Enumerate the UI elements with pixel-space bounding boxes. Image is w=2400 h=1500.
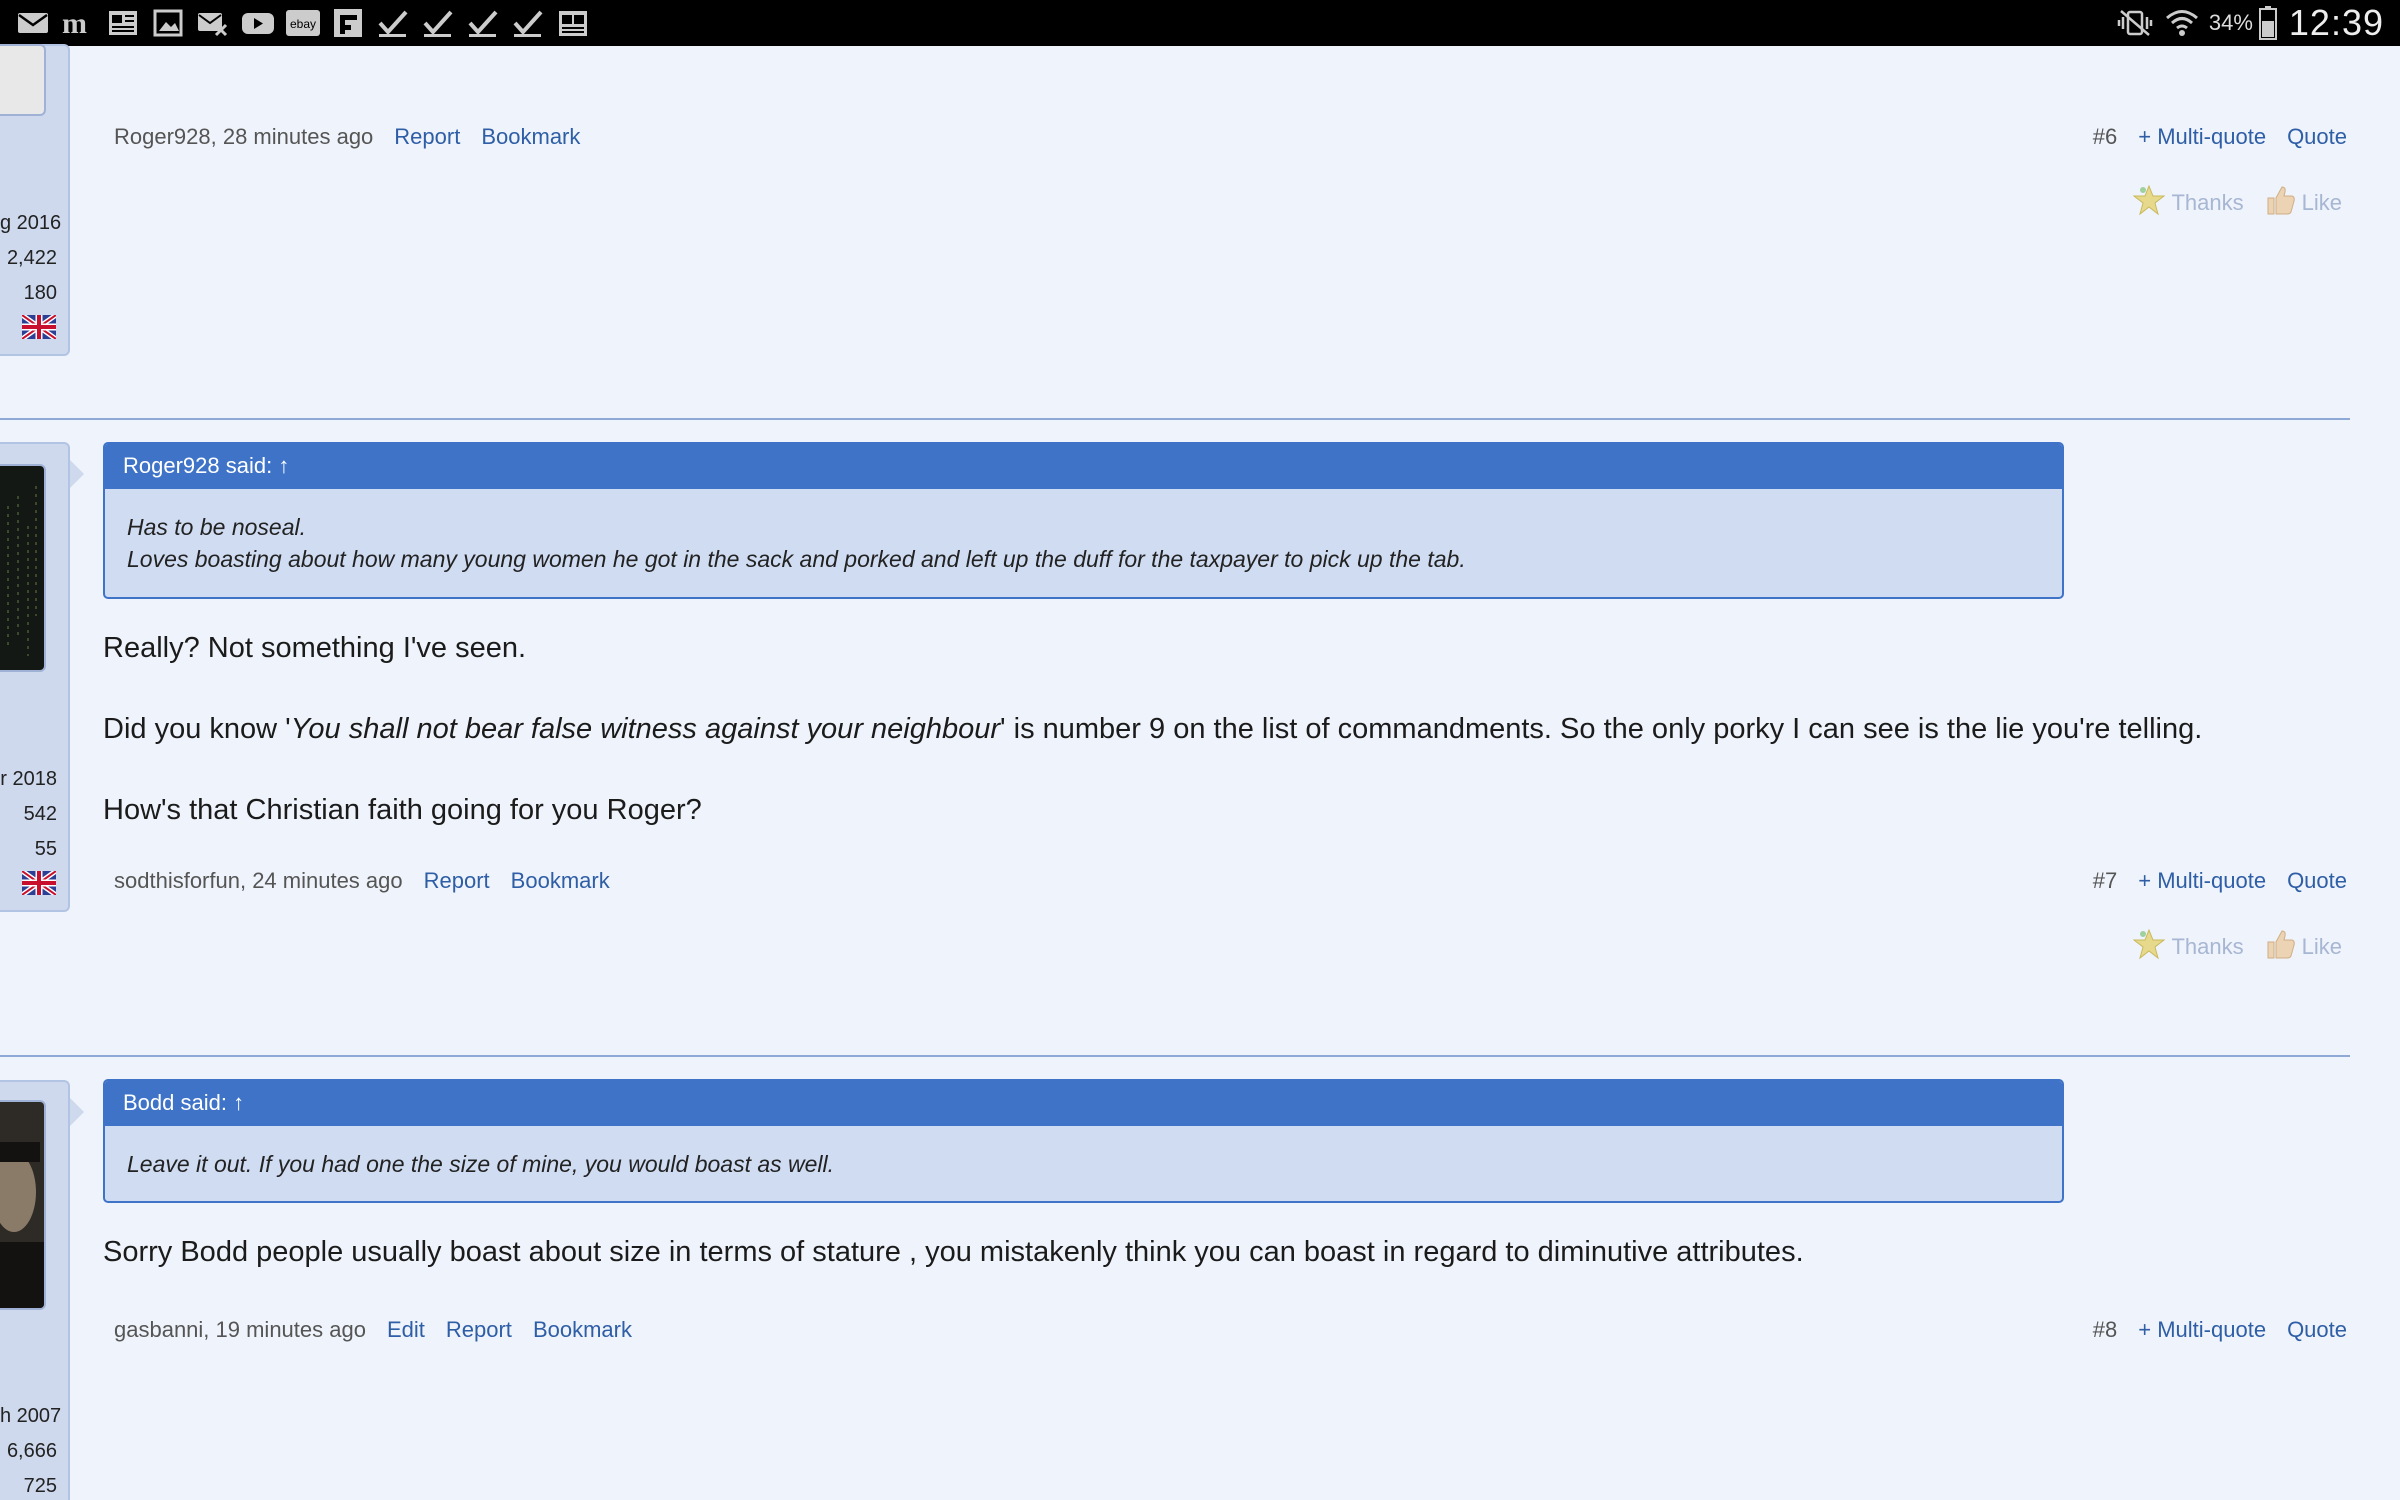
post-number[interactable]: #6 — [2093, 124, 2117, 150]
news-icon — [106, 7, 140, 39]
quote-header[interactable]: Roger928 said: ↑ — [105, 444, 2062, 489]
post-reactions: Thanks Like — [2133, 928, 2342, 960]
quote-block: Roger928 said: ↑ Has to be noseal. Loves… — [103, 442, 2064, 599]
quote-line: Loves boasting about how many young wome… — [127, 546, 1466, 572]
post-text-italic: You shall not bear false witness against… — [290, 713, 1001, 745]
post-number[interactable]: #7 — [2093, 868, 2117, 894]
post-actions: #8 + Multi-quote Quote — [2093, 1317, 2347, 1343]
quote-header[interactable]: Bodd said: ↑ — [105, 1081, 2062, 1126]
user-likes-count: 725 — [23, 1475, 57, 1497]
battery-icon — [2258, 6, 2277, 40]
post-paragraph: Really? Not something I've seen. — [103, 632, 527, 664]
user-message-count: 2,422 — [6, 247, 57, 269]
post-text: Did you know ' — [103, 713, 291, 745]
post-paragraph: Sorry Bodd people usually boast about si… — [103, 1236, 1804, 1268]
post-author-time[interactable]: Roger928, 28 minutes ago — [114, 124, 373, 150]
svg-text:m: m — [62, 7, 87, 39]
uk-flag-icon — [22, 315, 56, 339]
thumbs-up-icon — [2267, 930, 2295, 959]
report-link[interactable]: Report — [424, 868, 490, 894]
post-meta: sodthisforfun, 24 minutes ago Report Boo… — [114, 868, 610, 894]
check-icon — [376, 7, 410, 39]
thanks-button[interactable]: Thanks — [2133, 928, 2244, 960]
status-bar: m ebay 34% 12:39 — [0, 0, 2400, 46]
quote-line: Has to be noseal. — [127, 514, 307, 540]
thumbs-up-icon — [2267, 186, 2295, 215]
clock: 12:39 — [2288, 2, 2384, 43]
quote-body: Has to be noseal. Loves boasting about h… — [105, 489, 2062, 575]
post-author-time[interactable]: gasbanni, 19 minutes ago — [114, 1317, 366, 1343]
youtube-icon — [241, 7, 275, 39]
multi-quote-link[interactable]: + Multi-quote — [2138, 868, 2266, 894]
like-button[interactable]: Like — [2264, 928, 2342, 960]
user-message-count: 6,666 — [6, 1440, 57, 1462]
medium-app-icon: m — [61, 7, 95, 39]
post-paragraph: Did you know 'You shall not bear false w… — [103, 713, 2202, 746]
quote-link[interactable]: Quote — [2287, 868, 2347, 894]
flipboard-icon — [331, 7, 365, 39]
multi-quote-link[interactable]: + Multi-quote — [2138, 1317, 2266, 1343]
post-meta: gasbanni, 19 minutes ago Edit Report Boo… — [114, 1317, 632, 1343]
post-number[interactable]: #8 — [2093, 1317, 2117, 1343]
check-icon — [511, 7, 545, 39]
avatar[interactable] — [0, 44, 46, 116]
ebay-icon: ebay — [286, 7, 320, 39]
post-actions: #6 + Multi-quote Quote — [2093, 124, 2347, 150]
post-pointer — [70, 460, 84, 488]
battery-percent: 34% — [2208, 10, 2253, 35]
post-divider — [0, 418, 2350, 420]
check-icon — [466, 7, 500, 39]
star-icon — [2133, 928, 2166, 960]
post-meta: Roger928, 28 minutes ago Report Bookmark — [114, 124, 580, 150]
bookmark-link[interactable]: Bookmark — [481, 124, 580, 150]
post-divider — [0, 1055, 2350, 1057]
report-link[interactable]: Report — [394, 124, 460, 150]
check-icon — [421, 7, 455, 39]
post-pointer — [70, 1098, 84, 1126]
bookmark-link[interactable]: Bookmark — [533, 1317, 632, 1343]
post-reactions: Thanks Like — [2133, 184, 2342, 216]
wifi-icon — [2165, 7, 2199, 39]
quote-body: Leave it out. If you had one the size of… — [105, 1126, 2062, 1180]
like-button[interactable]: Like — [2264, 184, 2342, 216]
user-message-count: 542 — [23, 803, 57, 825]
quote-block: Bodd said: ↑ Leave it out. If you had on… — [103, 1079, 2064, 1203]
thanks-label: Thanks — [2171, 190, 2244, 215]
edit-link[interactable]: Edit — [387, 1317, 425, 1343]
uk-flag-icon — [22, 871, 56, 895]
multi-quote-link[interactable]: + Multi-quote — [2138, 124, 2266, 150]
user-likes-count: 55 — [34, 838, 57, 860]
user-likes-count: 180 — [23, 282, 57, 304]
post-author-time[interactable]: sodthisforfun, 24 minutes ago — [114, 868, 403, 894]
quote-link[interactable]: Quote — [2287, 1317, 2347, 1343]
mail-icon — [16, 7, 50, 39]
avatar[interactable] — [0, 464, 46, 672]
missed-call-mail-icon — [196, 7, 230, 39]
gallery-icon — [151, 7, 185, 39]
newspaper-icon — [556, 7, 590, 39]
post-actions: #7 + Multi-quote Quote — [2093, 868, 2347, 894]
user-joined-date: g 2016 — [0, 212, 62, 234]
like-label: Like — [2301, 934, 2342, 959]
post-paragraph: How's that Christian faith going for you… — [103, 794, 702, 826]
quote-line: Leave it out. If you had one the size of… — [127, 1151, 835, 1177]
user-joined-date: h 2007 — [0, 1405, 62, 1427]
avatar[interactable] — [0, 1100, 46, 1310]
quote-link[interactable]: Quote — [2287, 124, 2347, 150]
svg-text:ebay: ebay — [290, 17, 316, 31]
user-joined-date: r 2018 — [0, 768, 57, 790]
thanks-button[interactable]: Thanks — [2133, 184, 2244, 216]
post-text: ' is number 9 on the list of commandment… — [1000, 713, 2203, 745]
like-label: Like — [2301, 190, 2342, 215]
star-icon — [2133, 184, 2166, 216]
vibrate-mute-icon — [2115, 8, 2155, 38]
bookmark-link[interactable]: Bookmark — [511, 868, 610, 894]
thanks-label: Thanks — [2171, 934, 2244, 959]
report-link[interactable]: Report — [446, 1317, 512, 1343]
